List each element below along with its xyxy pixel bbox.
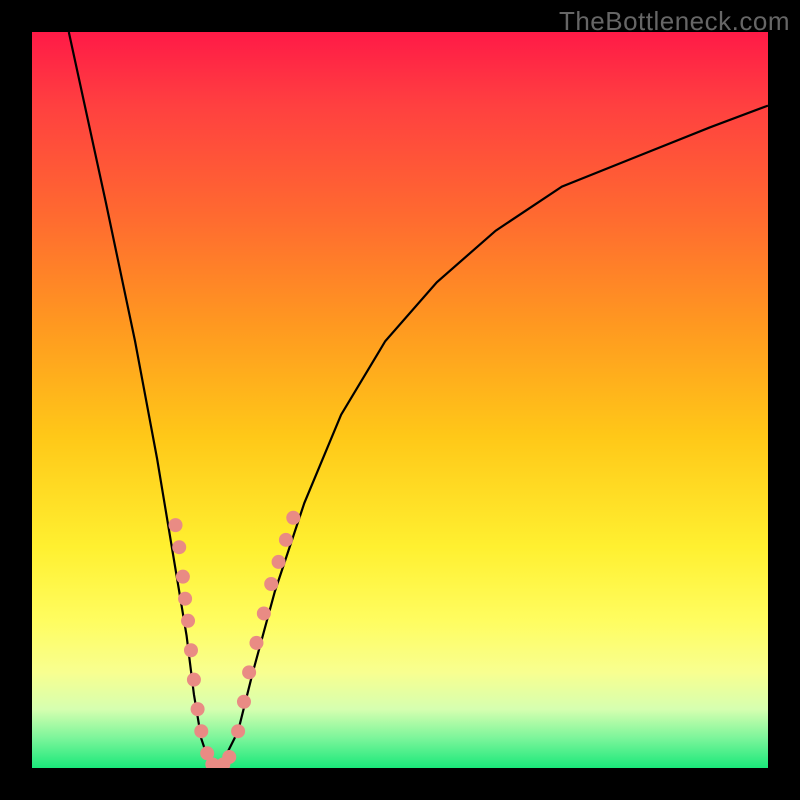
data-point [231, 724, 245, 738]
data-point [184, 643, 198, 657]
data-point [249, 636, 263, 650]
data-point [286, 511, 300, 525]
data-point [272, 555, 286, 569]
curve-layer [69, 32, 768, 768]
data-point [181, 614, 195, 628]
plot-area [32, 32, 768, 768]
data-point [264, 577, 278, 591]
data-point [194, 724, 208, 738]
data-point [176, 570, 190, 584]
data-point [178, 592, 192, 606]
data-point [279, 533, 293, 547]
bottleneck-curve [69, 32, 768, 768]
data-point [222, 750, 236, 764]
data-point [257, 606, 271, 620]
data-point [172, 540, 186, 554]
watermark-text: TheBottleneck.com [559, 6, 790, 37]
dots-layer [169, 511, 301, 768]
data-point [187, 673, 201, 687]
chart-frame: TheBottleneck.com [0, 0, 800, 800]
data-point [242, 665, 256, 679]
data-point [191, 702, 205, 716]
chart-svg [32, 32, 768, 768]
data-point [169, 518, 183, 532]
data-point [237, 695, 251, 709]
